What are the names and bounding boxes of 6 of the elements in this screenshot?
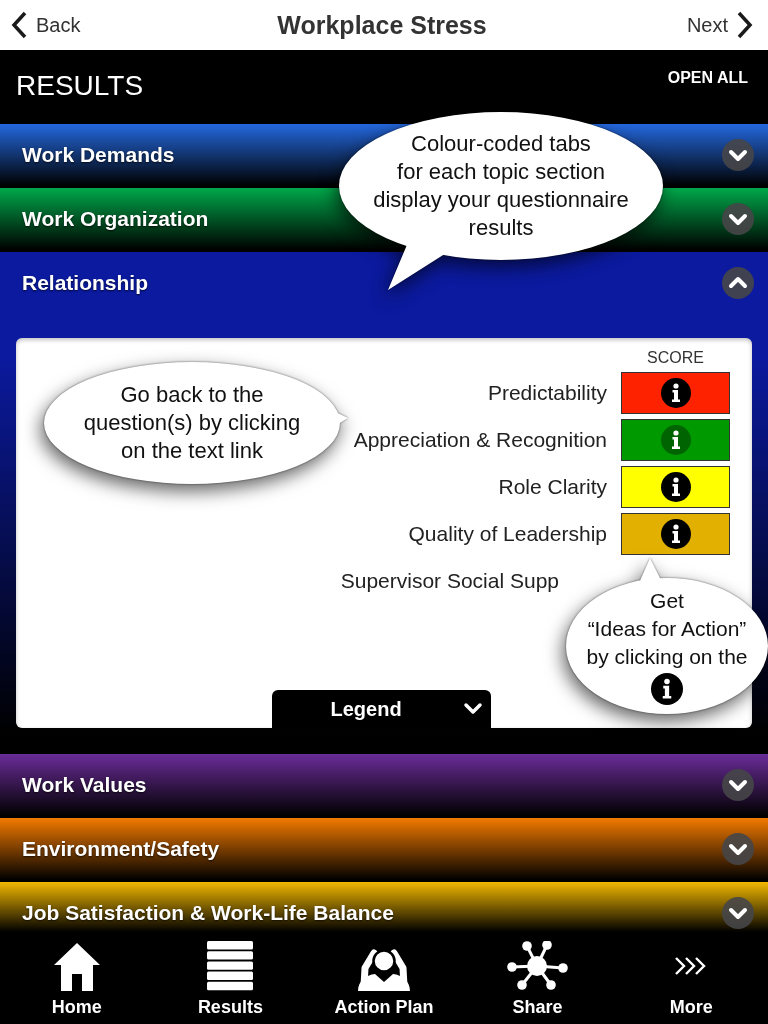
- callout-text: Go back to the question(s) by clicking on the text link: [83, 381, 301, 465]
- score-heading: SCORE: [647, 349, 704, 367]
- callout-text: Get “Ideas for Action” by clicking on the: [586, 588, 748, 670]
- screen-title: Workplace Stress: [277, 10, 487, 40]
- results-title: RESULTS: [16, 72, 144, 100]
- callout-text: Colour-coded tabs for each topic section display your questionnaire results: [373, 130, 629, 242]
